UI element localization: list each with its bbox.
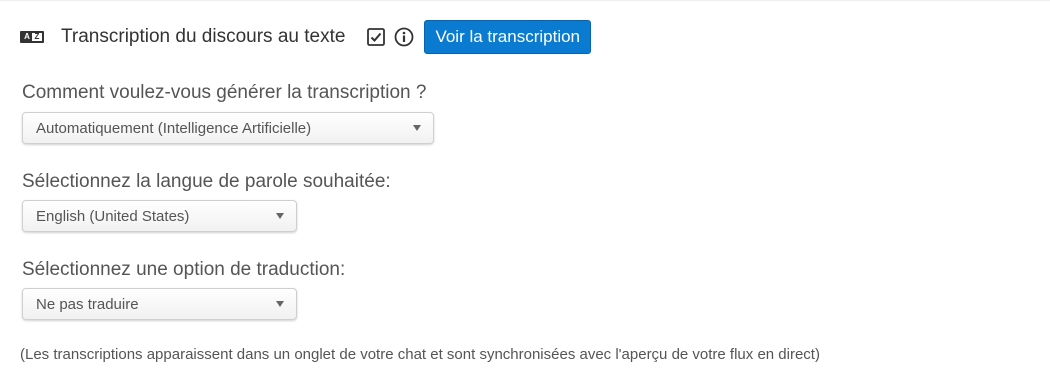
chevron-down-icon [276, 213, 284, 219]
method-label: Comment voulez-vous générer la transcrip… [22, 82, 427, 103]
method-select[interactable]: Automatiquement (Intelligence Artificiel… [22, 112, 434, 144]
translation-select-value: Ne pas traduire [36, 295, 139, 313]
top-divider [0, 0, 1050, 1]
checkbox-checked-icon[interactable] [367, 28, 386, 46]
language-select-value: English (United States) [36, 207, 190, 225]
method-select-value: Automatiquement (Intelligence Artificiel… [36, 119, 312, 137]
language-label: Sélectionnez la langue de parole souhait… [22, 171, 391, 192]
language-select[interactable]: English (United States) [22, 200, 297, 232]
info-icon[interactable] [394, 27, 414, 47]
chevron-down-icon [413, 125, 421, 131]
translation-select[interactable]: Ne pas traduire [22, 288, 297, 320]
translate-az-icon: A Z [20, 31, 44, 43]
chevron-down-icon [276, 301, 284, 307]
transcription-header: A Z Transcription du discours au texte V… [20, 20, 592, 54]
translation-label: Sélectionnez une option de traduction: [22, 259, 346, 280]
footnote-text: (Les transcriptions apparaissent dans un… [20, 346, 820, 363]
view-transcription-button[interactable]: Voir la transcription [424, 20, 592, 54]
section-title: Transcription du discours au texte [61, 26, 346, 47]
